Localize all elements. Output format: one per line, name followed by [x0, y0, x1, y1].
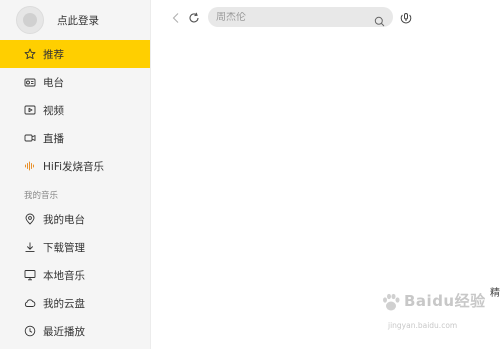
sidebar-item-label: 我的电台 — [43, 213, 85, 226]
search-box[interactable] — [208, 7, 393, 27]
sidebar: 点此登录 推荐 电台 视频 直播 HiFi发烧音乐 我的音乐 我的电台 下载管理… — [0, 0, 151, 349]
radio-icon — [24, 76, 36, 88]
avatar[interactable] — [16, 6, 44, 34]
monitor-icon — [24, 269, 36, 281]
search-icon[interactable] — [374, 12, 385, 26]
sidebar-item-recommend[interactable]: 推荐 — [0, 40, 150, 68]
back-icon[interactable] — [169, 10, 183, 24]
sidebar-item-label: 最近播放 — [43, 325, 85, 338]
hifi-icon — [24, 160, 36, 172]
sidebar-item-label: 电台 — [43, 76, 64, 89]
sidebar-item-label: 我的云盘 — [43, 297, 85, 310]
watermark-text: Baidu经验 — [404, 292, 486, 310]
clock-icon — [24, 325, 36, 337]
sidebar-item-cloud[interactable]: 我的云盘 — [0, 289, 150, 317]
cloud-icon — [24, 297, 36, 309]
refresh-icon[interactable] — [187, 10, 201, 24]
sidebar-item-radio[interactable]: 电台 — [0, 68, 150, 96]
sidebar-item-local-music[interactable]: 本地音乐 — [0, 261, 150, 289]
top-bar — [151, 0, 500, 36]
location-icon — [24, 213, 36, 225]
watermark-url: jingyan.baidu.com — [388, 321, 458, 330]
avatar-placeholder-icon — [23, 13, 37, 27]
star-icon — [24, 48, 36, 60]
sidebar-item-label: 本地音乐 — [43, 269, 85, 282]
live-icon — [24, 132, 36, 144]
sidebar-item-label: 直播 — [43, 132, 64, 145]
login-link[interactable]: 点此登录 — [57, 13, 99, 28]
search-input[interactable] — [216, 11, 374, 23]
paw-icon — [383, 293, 400, 311]
sidebar-item-recent[interactable]: 最近播放 — [0, 317, 150, 345]
sidebar-item-hifi[interactable]: HiFi发烧音乐 — [0, 152, 150, 180]
sidebar-item-live[interactable]: 直播 — [0, 124, 150, 152]
baidu-watermark: Baidu经验 jingyan.baidu.com — [380, 290, 498, 344]
profile-area[interactable]: 点此登录 — [0, 0, 150, 40]
voice-search-icon[interactable] — [399, 10, 413, 24]
sidebar-item-label: HiFi发烧音乐 — [43, 160, 105, 173]
sidebar-item-label: 下载管理 — [43, 241, 85, 254]
sidebar-item-label: 推荐 — [43, 48, 64, 61]
my-music-heading: 我的音乐 — [24, 191, 59, 201]
sidebar-item-my-radio[interactable]: 我的电台 — [0, 205, 150, 233]
sidebar-item-video[interactable]: 视频 — [0, 96, 150, 124]
sidebar-item-label: 视频 — [43, 104, 64, 117]
download-icon — [24, 241, 36, 253]
video-icon — [24, 104, 36, 116]
sidebar-item-downloads[interactable]: 下载管理 — [0, 233, 150, 261]
